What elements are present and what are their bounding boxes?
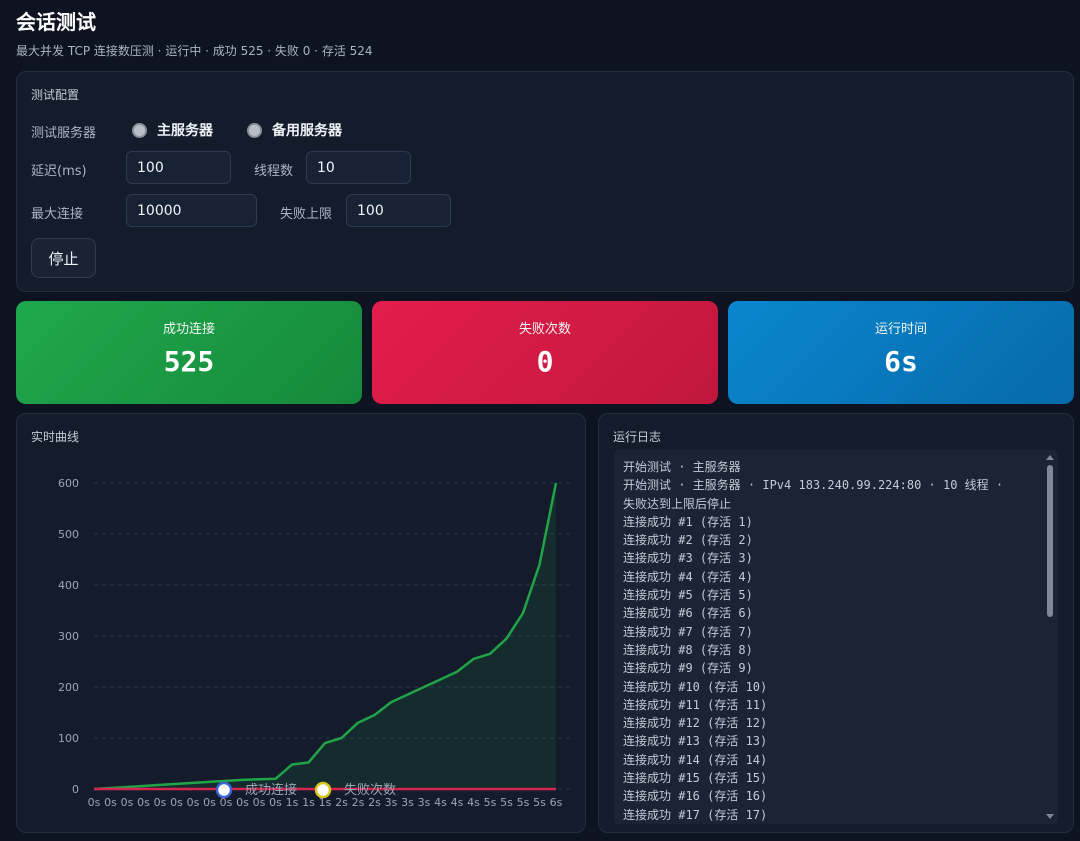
fail-stat-card: 失败次数 0 (372, 301, 718, 404)
x-tick-label: 3s (418, 796, 431, 809)
x-tick-label: 5s (533, 796, 546, 809)
delay-label: 延迟(ms) (31, 164, 87, 179)
x-tick-label: 4s (434, 796, 447, 809)
log-line: 连接成功 #16 (存活 16) (623, 789, 768, 804)
x-tick-label: 5s (517, 796, 530, 809)
y-tick-label: 300 (58, 630, 79, 643)
log-line: 连接成功 #4 (存活 4) (623, 569, 753, 584)
legend-success-marker-icon (215, 781, 233, 799)
radio-backup-server[interactable]: 备用服务器 (247, 120, 342, 140)
x-tick-label: 0s (121, 796, 134, 809)
log-line: 连接成功 #15 (存活 15) (623, 771, 768, 786)
config-panel: 测试配置 测试服务器 主服务器 备用服务器 延迟(ms) 线程数 最大连接 失败… (16, 71, 1074, 292)
y-tick-label: 500 (58, 528, 79, 541)
x-tick-label: 0s (137, 796, 150, 809)
log-line: 连接成功 #9 (存活 9) (623, 661, 753, 676)
page-subtitle: 最大并发 TCP 连接数压测 · 运行中 · 成功 525 · 失败 0 · 存… (16, 44, 373, 58)
log-line: 连接成功 #17 (存活 17) (623, 807, 768, 822)
x-tick-label: 0s (203, 796, 216, 809)
realtime-chart: 01002003004005006000s 0s 0s 0s 0s 0s 0s 0s 0s 0s 0… (58, 477, 571, 809)
radio-backup-label: 备用服务器 (272, 123, 342, 139)
threads-label: 线程数 (254, 164, 294, 179)
log-lines: 开始测试 · 主服务器开始测试 · 主服务器 · IPv4 183.240.99… (623, 458, 1038, 824)
page-header: 会话测试 最大并发 TCP 连接数压测 · 运行中 · 成功 525 · 失败 … (16, 8, 373, 59)
max-conn-input[interactable] (126, 194, 257, 227)
radio-primary-server[interactable]: 主服务器 (132, 120, 213, 140)
x-tick-label: 5s (500, 796, 513, 809)
page-title: 会话测试 (16, 10, 96, 34)
log-output[interactable]: 开始测试 · 主服务器开始测试 · 主服务器 · IPv4 183.240.99… (614, 450, 1058, 824)
log-line: 连接成功 #7 (存活 7) (623, 624, 753, 639)
stop-button[interactable]: 停止 (31, 238, 96, 278)
log-line: 失败达到上限后停止 (623, 496, 732, 511)
y-tick-label: 600 (58, 477, 79, 490)
time-stat-card: 运行时间 6s (728, 301, 1074, 404)
log-line: 连接成功 #8 (存活 8) (623, 642, 753, 657)
log-line: 连接成功 #6 (存活 6) (623, 606, 753, 621)
log-line: 连接成功 #13 (存活 13) (623, 734, 768, 749)
legend-fail-label: 失败次数 (344, 782, 396, 798)
log-line: 连接成功 #1 (存活 1) (623, 514, 753, 529)
threads-input[interactable] (306, 151, 411, 184)
scroll-down-arrow-icon[interactable] (1046, 814, 1054, 819)
time-stat-label: 运行时间 (874, 322, 927, 337)
y-tick-label: 100 (58, 732, 79, 745)
y-tick-label: 200 (58, 681, 79, 694)
x-tick-label: 0s (104, 796, 117, 809)
x-tick-label: 0s (170, 796, 183, 809)
radio-dot-icon (132, 122, 147, 138)
log-line: 连接成功 #10 (存活 10) (623, 679, 768, 694)
fail-limit-label: 失败上限 (280, 207, 333, 222)
scrollbar-thumb[interactable] (1047, 465, 1053, 617)
delay-input[interactable] (126, 151, 231, 184)
x-tick-label: 4s (467, 796, 480, 809)
x-tick-label: 0s (154, 796, 167, 809)
log-line: 连接成功 #12 (存活 12) (623, 716, 768, 731)
log-title: 运行日志 (613, 430, 662, 444)
radio-dot-icon (247, 122, 262, 138)
radio-primary-label: 主服务器 (157, 123, 213, 139)
success-stat-label: 成功连接 (162, 322, 215, 337)
chart-panel: 实时曲线 0 100 200 300 400 500 600 0s 0s 0s 0s 0s 0s 0s 0s… (16, 413, 586, 833)
y-tick-label: 400 (58, 579, 79, 592)
x-tick-label: 5s (484, 796, 497, 809)
log-line: 连接成功 #5 (存活 5) (623, 588, 753, 603)
log-line: 开始测试 · 主服务器 (623, 460, 741, 474)
log-panel: 运行日志 开始测试 · 主服务器开始测试 · 主服务器 · IPv4 183.2… (598, 413, 1074, 833)
server-label: 测试服务器 (31, 126, 97, 141)
log-line: 开始测试 · 主服务器 · IPv4 183.240.99.224:80 · 1… (623, 478, 1004, 493)
log-line: 连接成功 #14 (存活 14) (623, 752, 768, 767)
scroll-up-arrow-icon[interactable] (1046, 455, 1054, 460)
x-tick-label: 3s (401, 796, 414, 809)
fail-stat-value: 0 (536, 345, 554, 378)
log-scrollbar[interactable] (1042, 450, 1058, 824)
log-line: 连接成功 #11 (存活 11) (623, 697, 768, 712)
x-tick-label: 0s (88, 796, 101, 809)
max-conn-label: 最大连接 (31, 207, 84, 222)
x-tick-label: 1s (302, 796, 315, 809)
log-line: 连接成功 #2 (存活 2) (623, 533, 753, 548)
x-tick-label: 4s (451, 796, 464, 809)
success-stat-card: 成功连接 525 (16, 301, 362, 404)
fail-stat-label: 失败次数 (518, 322, 571, 337)
x-tick-label: 6s (550, 796, 563, 809)
y-tick-label: 0 (72, 783, 79, 796)
time-stat-value: 6s (884, 345, 918, 378)
legend-fail-marker-icon (314, 781, 332, 799)
fail-limit-input[interactable] (346, 194, 451, 227)
config-title: 测试配置 (31, 88, 80, 102)
success-stat-value: 525 (163, 345, 215, 378)
x-tick-label: 0s (187, 796, 200, 809)
legend-success-label: 成功连接 (245, 782, 297, 798)
log-line: 连接成功 #3 (存活 3) (623, 551, 753, 566)
